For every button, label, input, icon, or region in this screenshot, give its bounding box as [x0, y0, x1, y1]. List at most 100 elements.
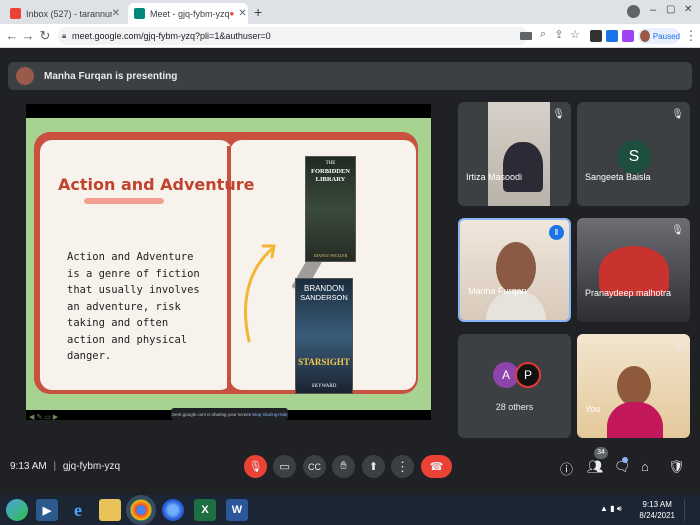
- book-author: SANDERSON: [300, 293, 348, 302]
- recording-dot-icon: ●: [229, 9, 235, 18]
- slide-text-line: Action and Adventure: [67, 251, 194, 263]
- camera-button[interactable]: ▭: [273, 455, 296, 478]
- forward-icon[interactable]: →: [20, 28, 36, 43]
- others-tile[interactable]: A P 28 others: [458, 334, 571, 438]
- meeting-info-icon[interactable]: ⓘ: [560, 459, 573, 478]
- participant-tile[interactable]: 🎙︎ Irtiza Masoodi: [458, 102, 571, 206]
- chrome-icon[interactable]: [126, 495, 156, 525]
- mic-off-button[interactable]: 🎙︎: [244, 455, 267, 478]
- slide-text-line: an adventure, risk: [67, 300, 181, 313]
- participant-name: Irtiza Masoodi: [466, 172, 523, 182]
- book-title-line: FORBIDDEN: [310, 168, 350, 175]
- yellow-arrow-icon: [244, 244, 276, 343]
- book-series: SKYWARD: [311, 384, 337, 389]
- people-count-badge: 34: [594, 447, 608, 459]
- slide-title: Action and Adventure: [58, 175, 255, 194]
- mic-off-icon: 🎙︎: [671, 225, 684, 236]
- raise-hand-button[interactable]: ✋︎: [332, 455, 355, 478]
- share-icon[interactable]: ⇪: [551, 28, 567, 41]
- new-tab-button[interactable]: +: [254, 4, 262, 20]
- meeting-time: 9:13 AM | gjq-fybm-yzq: [10, 461, 121, 472]
- excel-icon[interactable]: X: [194, 499, 216, 521]
- captions-button[interactable]: CC: [303, 455, 326, 478]
- mic-off-icon: 🎙︎: [671, 341, 684, 352]
- system-clock: 9:13 AM 8/24/2021: [639, 499, 675, 521]
- url-text: meet.google.com/gjq-fybm-yzq?pli=1&authu…: [72, 31, 271, 41]
- tab-meet[interactable]: Meet - gjq-fybm-yzq ● ✕: [128, 3, 248, 24]
- clock-date: 8/24/2021: [639, 511, 675, 520]
- book-cover-starsight: BRANDON SANDERSON STARSIGHT SKYWARD: [295, 278, 353, 394]
- people-icon[interactable]: 👥︎: [587, 459, 604, 475]
- screen-share-notice: meet.google.com is sharing your screen S…: [171, 408, 288, 420]
- profile-paused-button[interactable]: Paused: [638, 28, 680, 44]
- self-view-tile[interactable]: 🎙︎ You: [577, 334, 690, 438]
- more-options-button[interactable]: ⋮: [391, 455, 414, 478]
- present-button[interactable]: ⬆: [362, 455, 385, 478]
- reload-icon[interactable]: ↻: [37, 28, 53, 44]
- participant-tile-active-speaker[interactable]: ⦀ Manha Furqan: [458, 218, 571, 322]
- mic-off-icon: 🎙︎: [552, 109, 565, 120]
- extension-icon[interactable]: [590, 30, 602, 42]
- extension-icon[interactable]: [606, 30, 618, 42]
- internet-explorer-icon[interactable]: e: [67, 499, 89, 521]
- host-controls-icon[interactable]: 🛡︎: [668, 459, 685, 475]
- slide-text-line: taking and often: [67, 317, 169, 329]
- media-player-icon[interactable]: ▶: [36, 499, 58, 521]
- book-title-line: LIBRARY: [315, 176, 346, 183]
- participant-name: Manha Furqan: [468, 286, 527, 296]
- chrome-profile-icon[interactable]: [162, 499, 184, 521]
- others-count: 28 others: [495, 402, 534, 412]
- avatar: [16, 67, 34, 85]
- book-title: STARSIGHT: [298, 357, 350, 367]
- tab-title: Inbox (527) - tarannum@theindi: [26, 8, 112, 19]
- shared-screen: Action and Adventure Action and Adventur…: [26, 104, 431, 421]
- participant-tile[interactable]: S 🎙︎ Sangeeta Baisla: [577, 102, 690, 206]
- chat-notification-dot: [622, 457, 628, 463]
- presenter-banner: Manha Furqan is presenting: [8, 62, 692, 90]
- book-cover-forbidden-library: THE FORBIDDEN LIBRARY DJANGO WEXLER: [305, 156, 356, 262]
- video-feed: [607, 402, 663, 438]
- stop-sharing-button[interactable]: Stop sharing: [252, 412, 277, 417]
- maximize-icon[interactable]: ▢: [666, 4, 675, 15]
- participant-name: Sangeeta Baisla: [585, 172, 651, 182]
- slide-tools[interactable]: ◀ ✎ ▭ ▶: [29, 413, 58, 421]
- start-button-icon[interactable]: [6, 499, 28, 521]
- extension-icon[interactable]: [622, 30, 634, 42]
- tab-gmail[interactable]: Inbox (527) - tarannum@theindi ✕: [4, 3, 126, 24]
- video-feed: [503, 142, 543, 192]
- participant-tile[interactable]: 🎙︎ Pranaydeep malhotra: [577, 218, 690, 322]
- end-call-button[interactable]: ☎︎: [421, 455, 452, 478]
- avatar: S: [617, 140, 651, 174]
- time-label: 9:13 AM: [10, 461, 47, 472]
- close-icon[interactable]: ✕: [238, 8, 246, 19]
- close-window-icon[interactable]: ✕: [684, 4, 692, 15]
- bookmark-star-icon[interactable]: ☆: [567, 28, 583, 41]
- book-author: DJANGO WEXLER: [313, 253, 348, 258]
- lock-icon: 🔒︎: [62, 31, 67, 40]
- word-icon[interactable]: W: [226, 499, 248, 521]
- participant-name: Pranaydeep malhotra: [585, 288, 672, 298]
- camera-indicator-icon[interactable]: [520, 32, 532, 40]
- book-title-line: THE: [325, 161, 336, 166]
- close-icon[interactable]: ✕: [112, 8, 120, 19]
- meet-window: Manha Furqan is presenting Action and Ad…: [0, 48, 700, 495]
- search-icon[interactable]: ⌕: [535, 28, 551, 41]
- show-desktop-button[interactable]: [684, 499, 696, 521]
- presentation-slide: Action and Adventure Action and Adventur…: [26, 118, 431, 421]
- back-icon[interactable]: ←: [4, 28, 20, 43]
- activities-icon[interactable]: ⌂: [641, 459, 649, 474]
- title-underline: [84, 198, 164, 204]
- tab-title: Meet - gjq-fybm-yzq: [150, 8, 230, 19]
- address-bar: ← → ↻ 🔒︎ meet.google.com/gjq-fybm-yzq?pl…: [0, 24, 700, 48]
- profile-icon[interactable]: [627, 5, 640, 18]
- tray-icons[interactable]: ▲ ▮ 🔊︎: [600, 504, 622, 514]
- minimize-icon[interactable]: –: [650, 4, 656, 16]
- paused-label: Paused: [652, 31, 680, 41]
- participant-name: You: [585, 404, 601, 414]
- meeting-controls: 9:13 AM | gjq-fybm-yzq 🎙︎ ▭ CC ✋︎ ⬆ ⋮ ☎︎…: [0, 447, 700, 495]
- file-explorer-icon[interactable]: [99, 499, 121, 521]
- url-field[interactable]: 🔒︎ meet.google.com/gjq-fybm-yzq?pli=1&au…: [58, 27, 528, 45]
- more-vert-icon[interactable]: ⋮: [683, 28, 699, 44]
- book-author: BRANDON: [303, 284, 344, 293]
- hide-button[interactable]: Hide: [278, 412, 287, 417]
